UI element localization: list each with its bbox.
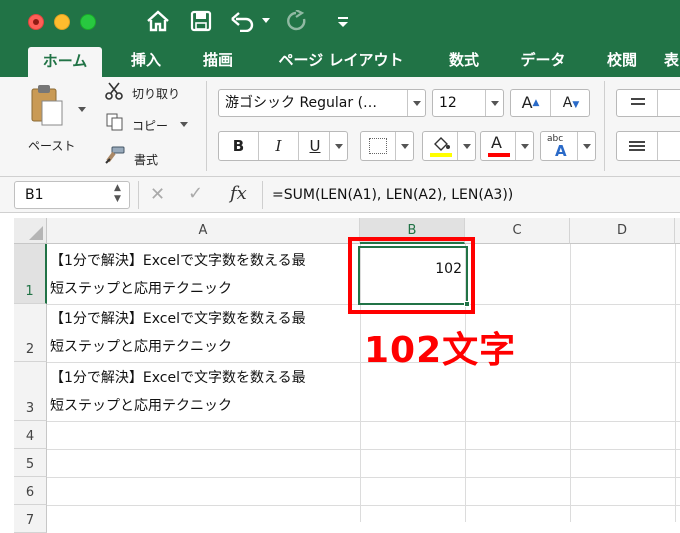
fill-color-dropdown-icon[interactable]	[457, 132, 475, 160]
row-header-3[interactable]: 3	[14, 362, 47, 421]
fill-color-button[interactable]	[422, 131, 476, 161]
cell-a3-line1: 【1分で解決】Excelで文字数を数える最	[50, 370, 306, 386]
select-all-icon	[29, 226, 43, 240]
column-header-a[interactable]: A	[47, 218, 360, 244]
minimize-window-button[interactable]	[54, 14, 70, 30]
column-header-c[interactable]: C	[465, 218, 570, 244]
underline-dropdown-icon[interactable]	[329, 132, 347, 160]
align-top-button[interactable]	[616, 89, 680, 117]
save-icon[interactable]	[190, 10, 212, 32]
highlight-box	[348, 237, 475, 314]
cell-a1-line2: 短ステップと応用テクニック	[50, 281, 232, 297]
font-size-value: 12	[439, 95, 457, 111]
formula-input[interactable]: =SUM(LEN(A1), LEN(A2), LEN(A3))	[272, 177, 513, 213]
tab-formulas[interactable]: 数式	[436, 44, 492, 77]
font-color-button[interactable]: A	[480, 131, 534, 161]
column-header-d[interactable]: D	[570, 218, 675, 244]
column-header-e[interactable]	[675, 218, 680, 244]
redo-icon[interactable]	[284, 10, 310, 32]
zoom-window-button[interactable]	[80, 14, 96, 30]
row-header-6[interactable]: 6	[14, 477, 47, 505]
format-painter-icon[interactable]	[104, 145, 126, 169]
row-header-7[interactable]: 7	[14, 505, 47, 533]
format-painter-label[interactable]: 書式	[134, 151, 158, 168]
ribbon-divider	[206, 81, 207, 171]
borders-button[interactable]	[360, 131, 414, 161]
grow-arrow-icon: ▲	[532, 98, 540, 108]
tab-draw[interactable]: 描画	[190, 44, 246, 77]
cell-a1[interactable]: 【1分で解決】Excelで文字数を数える最 短ステップと応用テクニック	[50, 247, 358, 303]
annotation-label: 102文字	[364, 330, 517, 371]
row-header-1[interactable]: 1	[14, 244, 47, 304]
align-left-icon	[629, 141, 645, 143]
phonetic-dropdown-icon[interactable]	[577, 132, 595, 160]
close-window-button[interactable]	[28, 14, 44, 30]
ribbon-divider	[604, 81, 605, 171]
cell-a3-line2: 短ステップと応用テクニック	[50, 398, 232, 414]
font-name-select[interactable]: 游ゴシック Regular (…	[218, 89, 426, 117]
tab-home[interactable]: ホーム	[28, 47, 102, 77]
cell-a2-line2: 短ステップと応用テクニック	[50, 339, 232, 355]
bold-button[interactable]: B	[219, 132, 259, 160]
scissors-icon[interactable]	[104, 82, 124, 104]
row-header-5[interactable]: 5	[14, 449, 47, 477]
title-bar	[0, 0, 680, 44]
borders-dropdown-icon[interactable]	[395, 132, 413, 160]
name-box[interactable]: B1	[14, 181, 130, 209]
tab-view[interactable]: 表	[664, 44, 680, 77]
insert-function-button[interactable]: fx	[230, 183, 247, 205]
formula-bar: B1 ▲ ▼ ✕ ✓ fx =SUM(LEN(A1), LEN(A2), LEN(…	[0, 177, 680, 213]
align-top-icon	[631, 98, 645, 100]
borders-icon	[369, 138, 387, 154]
paste-dropdown-icon[interactable]	[78, 107, 86, 112]
paste-label[interactable]: ペースト	[28, 137, 75, 154]
home-icon[interactable]	[146, 10, 170, 32]
worksheet-grid: A B C D 1 2 3 4 5 6 7 【1分で解決】Excelで文字数を数…	[0, 213, 680, 533]
grow-font-glyph: A	[521, 93, 533, 112]
shrink-arrow-icon: ▼	[572, 100, 580, 110]
copy-icon[interactable]	[106, 113, 124, 135]
fill-color-swatch	[430, 153, 452, 157]
tab-data[interactable]: データ	[508, 44, 578, 77]
font-color-dropdown-icon[interactable]	[515, 132, 533, 160]
font-color-glyph: A	[491, 133, 502, 152]
font-size-select[interactable]: 12	[432, 89, 504, 117]
italic-button[interactable]: I	[259, 132, 299, 160]
customize-toolbar-icon[interactable]	[337, 16, 349, 28]
cut-label[interactable]: 切り取り	[132, 85, 180, 102]
paste-icon[interactable]	[28, 83, 64, 131]
ribbon-home: ペースト 切り取り コピー 書式 游ゴシック Regular (… 12 A▲ …	[0, 77, 680, 177]
undo-icon[interactable]	[230, 10, 256, 32]
phonetic-button[interactable]: abc A	[540, 131, 596, 161]
shrink-font-button[interactable]: A▼	[551, 90, 591, 116]
underline-button[interactable]: U	[299, 132, 331, 160]
shrink-font-glyph: A	[562, 95, 573, 111]
font-style-buttons: B I U	[218, 131, 348, 161]
cancel-icon[interactable]: ✕	[150, 185, 165, 205]
grow-font-button[interactable]: A▲	[511, 90, 551, 116]
cell-a1-line1: 【1分で解決】Excelで文字数を数える最	[50, 253, 306, 269]
name-box-stepper-icon[interactable]: ▲ ▼	[114, 183, 121, 205]
undo-dropdown-icon[interactable]	[262, 18, 270, 23]
font-size-dropdown-icon[interactable]	[485, 90, 503, 116]
select-all-button[interactable]	[14, 218, 47, 244]
tab-insert[interactable]: 挿入	[118, 44, 174, 77]
cell-a2-line1: 【1分で解決】Excelで文字数を数える最	[50, 311, 306, 327]
row-header-4[interactable]: 4	[14, 421, 47, 449]
copy-dropdown-icon[interactable]	[180, 122, 188, 127]
align-left-button[interactable]	[616, 131, 680, 161]
tab-page-layout[interactable]: ページ レイアウト	[262, 44, 420, 77]
font-name-value: 游ゴシック Regular (…	[225, 95, 378, 111]
font-name-dropdown-icon[interactable]	[407, 90, 425, 116]
tab-review[interactable]: 校閲	[594, 44, 650, 77]
ribbon-tabs: ホーム 挿入 描画 ページ レイアウト 数式 データ 校閲 表	[0, 44, 680, 77]
phonetic-a: A	[555, 142, 567, 160]
cell-a2[interactable]: 【1分で解決】Excelで文字数を数える最 短ステップと応用テクニック	[50, 305, 358, 361]
font-size-buttons: A▲ A▼	[510, 89, 590, 117]
copy-label[interactable]: コピー	[132, 117, 168, 134]
cell-a3[interactable]: 【1分で解決】Excelで文字数を数える最 短ステップと応用テクニック	[50, 364, 358, 420]
row-header-2[interactable]: 2	[14, 304, 47, 362]
enter-icon[interactable]: ✓	[188, 184, 203, 204]
font-color-swatch	[488, 153, 510, 157]
